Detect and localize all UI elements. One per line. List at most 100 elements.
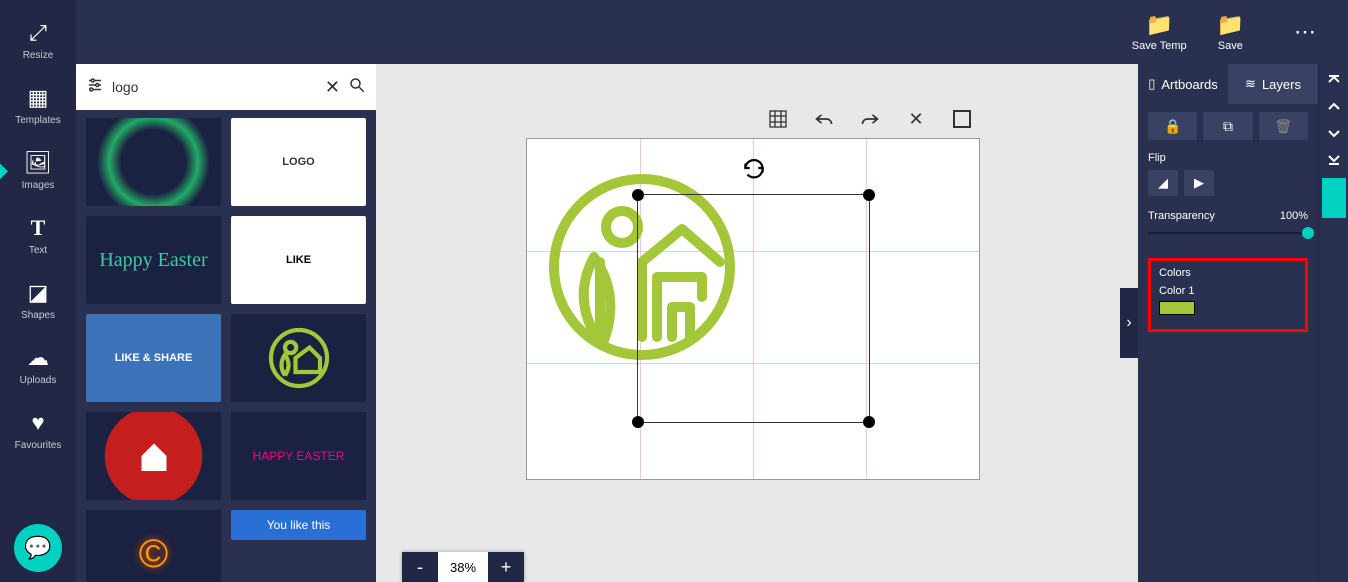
image-thumb[interactable]: ©	[86, 510, 221, 582]
resize-handle-tl[interactable]	[632, 189, 644, 201]
chevron-up-icon	[1327, 100, 1341, 117]
image-thumb[interactable]: You like this	[231, 510, 366, 540]
redo-button[interactable]	[859, 108, 881, 130]
trash-icon: 🗑	[1274, 118, 1292, 135]
grid-toggle-button[interactable]	[767, 108, 789, 130]
chevron-double-up-icon	[1327, 74, 1341, 91]
rail-move-down-button[interactable]	[1322, 122, 1346, 146]
transparency-slider-wrap	[1138, 226, 1318, 252]
nav-shapes-label: Shapes	[21, 310, 55, 321]
nav-uploads[interactable]: ☁ Uploads	[0, 335, 76, 400]
right-rail	[1318, 64, 1348, 582]
nav-resize-label: Resize	[23, 50, 54, 61]
nav-resize[interactable]: ⤢ Resize	[0, 10, 76, 75]
rotate-handle[interactable]	[741, 155, 767, 187]
tab-layers-label: Layers	[1262, 77, 1301, 92]
canvas-toolbar: ✕	[767, 108, 973, 130]
colors-title: Colors	[1159, 267, 1297, 279]
image-thumb[interactable]	[86, 412, 221, 500]
zoom-in-button[interactable]: +	[488, 552, 524, 582]
nav-shapes[interactable]: ◪ Shapes	[0, 270, 76, 335]
right-area: › ▯ Artboards ≋ Layers 🔒 ⧉ 🗑 Flip ◢ ▶ Tr…	[1138, 64, 1348, 582]
flip-v-icon: ▶	[1194, 175, 1204, 191]
templates-icon: ▦	[28, 85, 49, 111]
image-thumb[interactable]: Happy Easter	[86, 216, 221, 304]
colors-section: Colors Color 1	[1148, 258, 1308, 332]
search-input[interactable]	[112, 79, 317, 95]
flip-vertical-button[interactable]: ▶	[1184, 170, 1214, 196]
layers-icon: ≋	[1245, 76, 1256, 92]
nav-templates-label: Templates	[15, 115, 61, 126]
save-temp-label: Save Temp	[1132, 40, 1187, 52]
chevron-down-icon	[1327, 126, 1341, 143]
uploads-icon: ☁	[27, 345, 49, 371]
chat-button[interactable]: 💬	[14, 524, 62, 572]
delete-button[interactable]: 🗑	[1259, 112, 1308, 140]
tab-artboards[interactable]: ▯ Artboards	[1138, 64, 1228, 104]
folder-icon: 📁	[1217, 12, 1244, 38]
save-label: Save	[1218, 40, 1243, 52]
resize-handle-br[interactable]	[863, 416, 875, 428]
more-menu-button[interactable]: ⋯	[1294, 19, 1318, 45]
expand-right-panel-button[interactable]: ›	[1120, 288, 1138, 358]
close-artboard-button[interactable]: ✕	[905, 108, 927, 130]
search-row: ✕	[76, 64, 376, 110]
square-icon	[953, 110, 971, 128]
chevron-right-icon: ›	[1126, 314, 1131, 332]
nav-images-label: Images	[22, 180, 55, 191]
nav-favourites[interactable]: ♥ Favourites	[0, 400, 76, 465]
nav-images[interactable]: 🖼 Images	[0, 140, 76, 205]
transparency-slider[interactable]	[1148, 232, 1308, 234]
tab-artboards-label: Artboards	[1161, 77, 1217, 92]
artboard[interactable]	[526, 138, 980, 480]
rail-move-up-button[interactable]	[1322, 96, 1346, 120]
zoom-out-button[interactable]: -	[402, 552, 438, 582]
text-icon: T	[31, 215, 46, 241]
copy-icon: ⧉	[1223, 118, 1233, 135]
resize-handle-tr[interactable]	[863, 189, 875, 201]
resize-handle-bl[interactable]	[632, 416, 644, 428]
canvas-area[interactable]: ✕ - 38% +	[376, 64, 1138, 582]
folder-temp-icon: 📁	[1145, 12, 1172, 38]
zoom-value: 38%	[438, 552, 488, 582]
duplicate-button[interactable]: ⧉	[1203, 112, 1252, 140]
image-thumb[interactable]	[231, 314, 366, 402]
rail-move-top-button[interactable]	[1322, 70, 1346, 94]
rail-move-bottom-button[interactable]	[1322, 148, 1346, 172]
topbar: 📁 Save Temp 📁 Save ⋯	[0, 0, 1348, 64]
thumbnail-grid: LOGO Happy Easter LIKE LIKE & SHARE HAPP…	[76, 110, 376, 582]
nav-text[interactable]: T Text	[0, 205, 76, 270]
save-temp-button[interactable]: 📁 Save Temp	[1132, 12, 1187, 52]
search-icon[interactable]	[348, 76, 366, 99]
image-thumb[interactable]: LOGO	[231, 118, 366, 206]
selection-box[interactable]	[637, 194, 870, 423]
nav-templates[interactable]: ▦ Templates	[0, 75, 76, 140]
image-thumb[interactable]: LIKE & SHARE	[86, 314, 221, 402]
chat-icon: 💬	[24, 535, 51, 561]
nav-uploads-label: Uploads	[20, 375, 57, 386]
color1-swatch[interactable]	[1159, 301, 1195, 315]
right-tabs: ▯ Artboards ≋ Layers	[1138, 64, 1318, 104]
save-button[interactable]: 📁 Save	[1217, 12, 1244, 52]
image-thumb[interactable]: HAPPY EASTER	[231, 412, 366, 500]
image-thumb[interactable]: LIKE	[231, 216, 366, 304]
images-icon: 🖼	[24, 150, 52, 176]
action-row: 🔒 ⧉ 🗑	[1138, 104, 1318, 148]
nav-favourites-label: Favourites	[15, 440, 62, 451]
flip-horizontal-button[interactable]: ◢	[1148, 170, 1178, 196]
shapes-icon: ◪	[28, 280, 49, 306]
lock-icon: 🔒	[1164, 118, 1181, 135]
clear-search-button[interactable]: ✕	[325, 77, 340, 98]
rail-active-tool[interactable]	[1322, 178, 1346, 218]
chevron-double-down-icon	[1327, 152, 1341, 169]
background-color-button[interactable]	[951, 108, 973, 130]
image-thumb[interactable]	[86, 118, 221, 206]
lock-button[interactable]: 🔒	[1148, 112, 1197, 140]
transparency-row: Transparency 100%	[1138, 206, 1318, 226]
slider-thumb[interactable]	[1302, 227, 1314, 239]
tab-layers[interactable]: ≋ Layers	[1228, 64, 1318, 104]
transparency-value: 100%	[1280, 210, 1308, 222]
heart-icon: ♥	[31, 410, 44, 436]
filter-icon[interactable]	[86, 76, 104, 99]
undo-button[interactable]	[813, 108, 835, 130]
